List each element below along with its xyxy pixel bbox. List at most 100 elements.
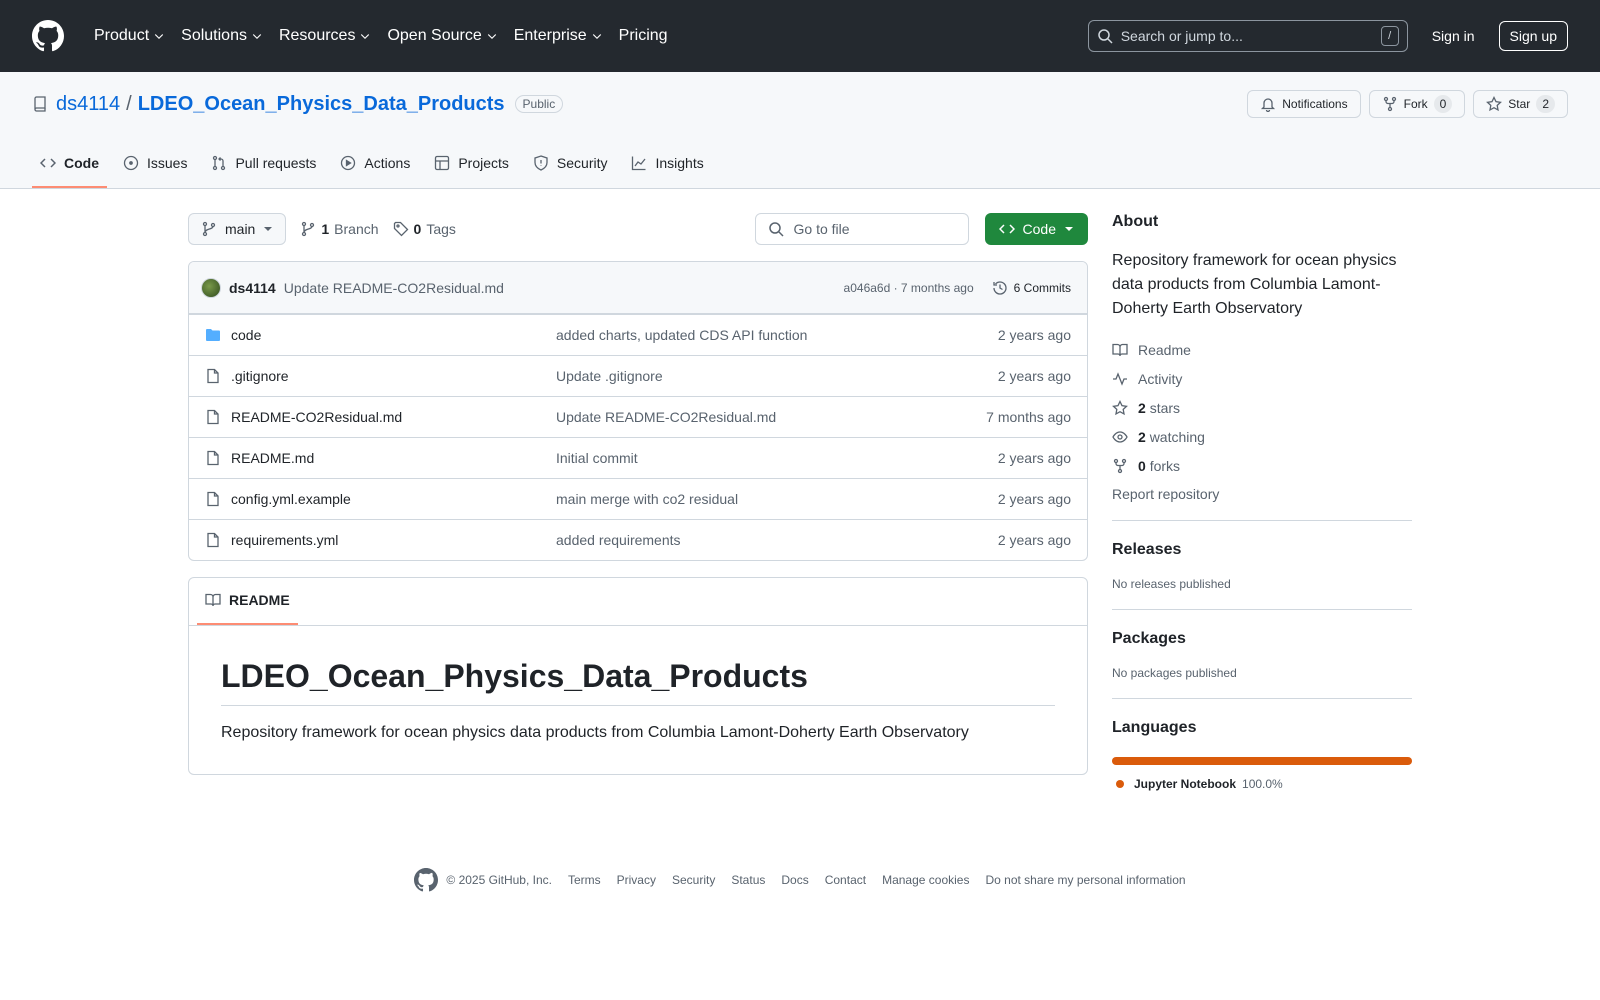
file-row[interactable]: config.yml.example main merge with co2 r… xyxy=(189,478,1087,519)
watching-label: watching xyxy=(1149,428,1205,445)
file-commit-message[interactable]: added charts, updated CDS API function xyxy=(556,327,998,343)
nav-label: Open Source xyxy=(387,27,482,44)
tab-projects[interactable]: Projects xyxy=(426,140,517,188)
stars-label: stars xyxy=(1149,399,1181,416)
repo-name-link[interactable]: LDEO_Ocean_Physics_Data_Products xyxy=(138,93,505,116)
nav-open-source[interactable]: Open Source xyxy=(379,20,505,52)
sign-up-button[interactable]: Sign up xyxy=(1498,21,1568,51)
language-percent: 100.0% xyxy=(1242,777,1283,791)
nav-solutions[interactable]: Solutions xyxy=(173,20,271,52)
tab-insights[interactable]: Insights xyxy=(623,140,711,188)
tab-pull-requests[interactable]: Pull requests xyxy=(203,140,324,188)
file-commit-message[interactable]: Update README-CO2Residual.md xyxy=(556,409,986,425)
repo-owner-link[interactable]: ds4114 xyxy=(56,93,120,116)
readme-header: README xyxy=(189,578,1087,626)
branch-icon xyxy=(302,221,315,237)
branches-link[interactable]: 1 Branch xyxy=(300,221,379,237)
packages-heading[interactable]: Packages xyxy=(1112,630,1412,648)
tab-security[interactable]: Security xyxy=(525,140,616,188)
language-item[interactable]: Jupyter Notebook 100.0% xyxy=(1112,777,1412,791)
file-row[interactable]: README-CO2Residual.md Update README-CO2R… xyxy=(189,396,1087,437)
footer-link-privacy[interactable]: Privacy xyxy=(617,873,656,887)
nav-product[interactable]: Product xyxy=(86,20,173,52)
notifications-button[interactable]: Notifications xyxy=(1247,90,1361,118)
footer-link-terms[interactable]: Terms xyxy=(568,873,601,887)
tab-actions[interactable]: Actions xyxy=(332,140,418,188)
file-row[interactable]: README.md Initial commit 2 years ago xyxy=(189,437,1087,478)
file-commit-message[interactable]: Initial commit xyxy=(556,450,998,466)
footer-link-docs[interactable]: Docs xyxy=(781,873,808,887)
stars-link[interactable]: 2 stars xyxy=(1112,393,1412,422)
footer-link-do-not-share[interactable]: Do not share my personal information xyxy=(985,873,1185,887)
file-name-link[interactable]: code xyxy=(231,327,556,343)
file-commit-message[interactable]: added requirements xyxy=(556,532,998,548)
watching-link[interactable]: 2 watching xyxy=(1112,422,1412,451)
file-commit-time: 7 months ago xyxy=(986,409,1071,425)
commits-history-link[interactable]: 6 Commits xyxy=(992,280,1071,296)
repo-title: ds4114 / LDEO_Ocean_Physics_Data_Product… xyxy=(32,93,564,116)
chevron-down-icon xyxy=(154,34,164,40)
fork-icon xyxy=(1113,458,1127,473)
nav-pricing[interactable]: Pricing xyxy=(611,20,676,52)
notifications-label: Notifications xyxy=(1282,97,1348,111)
releases-heading[interactable]: Releases xyxy=(1112,541,1412,559)
github-logo-icon[interactable] xyxy=(32,20,64,52)
tags-link[interactable]: 0 Tags xyxy=(393,221,456,237)
packages-empty: No packages published xyxy=(1112,666,1237,680)
footer-link-security[interactable]: Security xyxy=(672,873,715,887)
search-placeholder: Search or jump to... xyxy=(1120,28,1243,44)
file-name-link[interactable]: .gitignore xyxy=(231,368,556,384)
commit-hash-time[interactable]: a046a6d · 7 months ago xyxy=(844,281,974,295)
file-commit-message[interactable]: main merge with co2 residual xyxy=(556,491,998,507)
footer-link-status[interactable]: Status xyxy=(731,873,765,887)
file-name-link[interactable]: README.md xyxy=(231,450,556,466)
readme-panel: README LDEO_Ocean_Physics_Data_Products … xyxy=(188,577,1088,775)
repo-tabs: Code Issues Pull requests Actions Projec… xyxy=(32,140,1568,188)
readme-link[interactable]: Readme xyxy=(1112,335,1412,364)
site-footer: © 2025 GitHub, Inc. Terms Privacy Securi… xyxy=(0,868,1600,892)
file-row[interactable]: code added charts, updated CDS API funct… xyxy=(189,314,1087,355)
forks-link[interactable]: 0 forks xyxy=(1112,451,1412,480)
nav-resources[interactable]: Resources xyxy=(271,20,379,52)
watching-count: 2 xyxy=(1138,428,1146,445)
branch-icon xyxy=(202,221,216,237)
languages-section: Languages Jupyter Notebook 100.0% xyxy=(1112,698,1412,791)
sign-in-link[interactable]: Sign in xyxy=(1424,28,1483,44)
tab-code[interactable]: Code xyxy=(32,140,107,188)
star-button[interactable]: Star 2 xyxy=(1473,90,1568,118)
branch-selector[interactable]: main xyxy=(188,213,287,245)
footer-link-manage-cookies[interactable]: Manage cookies xyxy=(882,873,969,887)
footer-link-contact[interactable]: Contact xyxy=(825,873,866,887)
tag-count: 0 xyxy=(413,221,422,237)
caret-down-icon xyxy=(264,227,273,231)
packages-section: Packages No packages published xyxy=(1112,609,1412,680)
chevron-down-icon xyxy=(487,34,496,40)
file-commit-message[interactable]: Update .gitignore xyxy=(556,368,998,384)
activity-link[interactable]: Activity xyxy=(1112,364,1412,393)
tab-label: Code xyxy=(64,155,99,171)
file-name-link[interactable]: requirements.yml xyxy=(231,532,556,548)
commit-author-link[interactable]: ds4114 xyxy=(229,280,276,296)
fork-label: Fork xyxy=(1403,97,1428,111)
fork-button[interactable]: Fork 0 xyxy=(1368,90,1466,118)
report-repository-link[interactable]: Report repository xyxy=(1112,486,1412,502)
nav-enterprise[interactable]: Enterprise xyxy=(506,20,611,52)
language-color-dot xyxy=(1116,780,1124,788)
eye-icon xyxy=(1112,430,1128,443)
go-to-file-input[interactable]: Go to file xyxy=(754,213,969,245)
global-search-input[interactable]: Search or jump to... / xyxy=(1087,20,1408,52)
file-list: ds4114 Update README-CO2Residual.md a046… xyxy=(188,261,1088,561)
avatar[interactable] xyxy=(201,277,221,298)
github-logo-icon[interactable] xyxy=(414,868,439,892)
fork-count: 0 xyxy=(1433,95,1453,113)
tab-issues[interactable]: Issues xyxy=(115,140,195,188)
file-name-link[interactable]: config.yml.example xyxy=(231,491,556,507)
releases-section: Releases No releases published xyxy=(1112,520,1412,591)
commit-message-link[interactable]: Update README-CO2Residual.md xyxy=(284,280,504,296)
readme-tab[interactable]: README xyxy=(197,577,298,625)
repo-icon xyxy=(34,96,46,112)
file-name-link[interactable]: README-CO2Residual.md xyxy=(231,409,556,425)
file-row[interactable]: .gitignore Update .gitignore 2 years ago xyxy=(189,355,1087,396)
file-row[interactable]: requirements.yml added requirements 2 ye… xyxy=(189,519,1087,560)
code-button[interactable]: Code xyxy=(984,213,1088,245)
